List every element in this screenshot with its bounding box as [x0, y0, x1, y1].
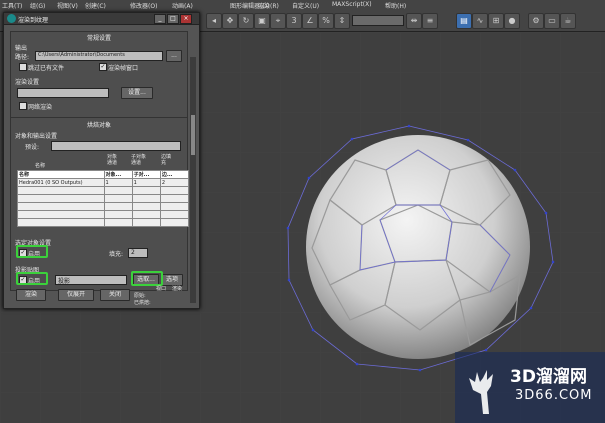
render-to-texture-dialog: 渲染到纹理 _ □ × 常规设置 输出 路径: C:\Users\Adminis…: [3, 12, 200, 309]
general-settings-header[interactable]: 常规设置: [11, 33, 187, 42]
table-row[interactable]: Hedra001 (0 SO Outputs) 1 1 2: [17, 178, 190, 187]
render-button[interactable]: 渲染: [16, 289, 46, 301]
col-header-padding[interactable]: 边...: [159, 170, 190, 179]
objects-table: 名称 对象... 子对... 边... Hedra001 (0 SO Outpu…: [17, 170, 190, 227]
col-caption-padding: 边填充: [161, 154, 172, 166]
deer-logo-icon: [469, 370, 493, 414]
watermark-line2: 3D66.COM: [515, 388, 593, 403]
path-browse-button[interactable]: ...: [166, 50, 182, 62]
table-row-empty: [17, 210, 190, 219]
minimize-icon[interactable]: _: [154, 14, 166, 24]
views-label: 视口: [156, 286, 167, 292]
render-frame-window-checkbox[interactable]: ✓: [99, 63, 107, 71]
table-row-empty: [17, 218, 190, 227]
row-obj-channel: 1: [103, 178, 133, 187]
baked-label: 已烘焙:: [134, 300, 151, 306]
padding-label: 填充:: [109, 251, 124, 258]
table-header-row: 名称 对象... 子对... 边...: [17, 170, 190, 179]
output-label: 输出: [15, 45, 28, 52]
object-output-settings-label: 对象和输出设置: [15, 133, 58, 140]
render-frame-window-label: 渲染帧窗口: [108, 65, 139, 72]
col-header-sub-channel[interactable]: 子对...: [131, 170, 161, 179]
path-label: 路径:: [15, 54, 30, 61]
row-name: Hedra001 (0 SO Outputs): [17, 178, 105, 187]
network-render-checkbox[interactable]: [19, 102, 27, 110]
padding-spinner[interactable]: 2: [128, 248, 148, 258]
pick-highlight: [131, 271, 163, 286]
table-row-empty: [17, 194, 190, 203]
dialog-scrollbar[interactable]: [190, 57, 196, 303]
watermark-line1: 3D溜溜网: [510, 367, 587, 387]
watermark: 3D溜溜网 3D66.COM: [455, 352, 605, 423]
skip-existing-label: 跳过已有文件: [28, 65, 65, 72]
dialog-titlebar[interactable]: 渲染到纹理 _ □ ×: [4, 13, 199, 25]
soccer-ball: [306, 135, 530, 359]
table-row-empty: [17, 202, 190, 211]
col-header-name[interactable]: 名称: [17, 170, 105, 179]
projection-dropdown[interactable]: 投影: [55, 275, 127, 285]
render-label: 渲染: [172, 286, 183, 292]
maximize-icon[interactable]: □: [167, 14, 179, 24]
objects-to-bake-header[interactable]: 烘焙对象: [11, 120, 187, 129]
preset-label: 预设:: [25, 144, 40, 151]
general-settings-rollout: 常规设置 输出 路径: C:\Users\Administrator\Docum…: [10, 31, 188, 129]
col-caption-sub-channel: 子对象通道: [131, 154, 147, 166]
settings-button[interactable]: 设置...: [121, 87, 153, 99]
original-label: 原始:: [134, 293, 146, 299]
app-logo-icon: [7, 14, 16, 23]
path-field[interactable]: C:\Users\Administrator\Documents: [35, 51, 163, 61]
col-caption-name: 名称: [35, 163, 46, 169]
scroll-thumb[interactable]: [191, 115, 195, 155]
table-row-empty: [17, 186, 190, 195]
skip-existing-checkbox[interactable]: [19, 63, 27, 71]
col-caption-obj-channel: 对象通道: [107, 154, 118, 166]
row-sub-channel: 1: [131, 178, 161, 187]
render-settings-label: 渲染设置: [15, 79, 40, 86]
preset-dropdown[interactable]: [51, 141, 181, 151]
network-render-label: 网络渲染: [28, 104, 53, 111]
col-header-obj-channel[interactable]: 对象...: [103, 170, 133, 179]
close-icon[interactable]: ×: [180, 14, 192, 24]
render-settings-dropdown[interactable]: [17, 88, 109, 98]
row-padding: 2: [159, 178, 190, 187]
unwrap-only-button[interactable]: 仅展开: [58, 289, 94, 301]
enable-highlight: [16, 245, 48, 258]
projection-enable-highlight: [16, 272, 48, 285]
close-button[interactable]: 关闭: [100, 289, 130, 301]
dialog-title: 渲染到纹理: [18, 17, 49, 24]
